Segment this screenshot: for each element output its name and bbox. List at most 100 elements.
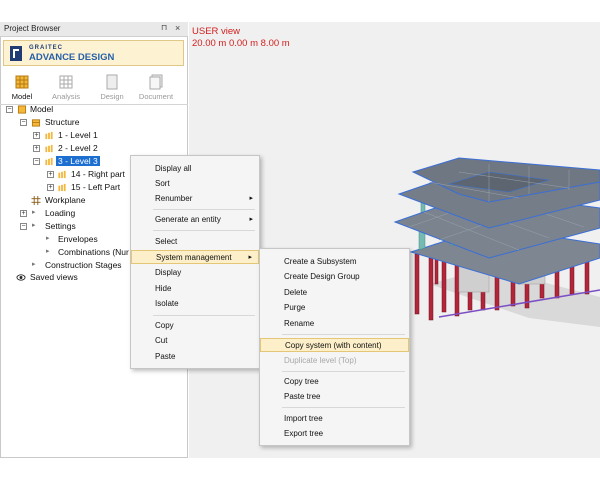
- tree-item-workplane[interactable]: Workplane: [45, 195, 85, 205]
- logo-product: ADVANCE DESIGN: [29, 52, 115, 63]
- collapse-toggle[interactable]: −: [20, 119, 27, 126]
- menu-item-create-design-group[interactable]: Create Design Group: [260, 270, 409, 284]
- menu-item-label: Sort: [155, 179, 170, 188]
- menu-item-copy-system[interactable]: Copy system (with content): [260, 338, 409, 352]
- menu-separator: [282, 334, 405, 335]
- menu-item-label: Paste: [155, 352, 176, 361]
- graitec-logo-mark: [10, 46, 22, 61]
- collapse-toggle[interactable]: −: [6, 106, 13, 113]
- tree-item-construction-stages[interactable]: Construction Stages: [45, 260, 122, 270]
- menu-separator: [282, 407, 405, 408]
- menu-item-label: Select: [155, 237, 178, 246]
- menu-item-label: Hide: [155, 284, 172, 293]
- design-icon: [106, 74, 118, 90]
- model-icon: [17, 105, 27, 114]
- menu-item-label: Isolate: [155, 299, 179, 308]
- menu-item-renumber[interactable]: Renumber ▸: [131, 192, 259, 206]
- menu-item-label: Cut: [155, 336, 168, 345]
- menu-item-cut[interactable]: Cut: [131, 334, 259, 348]
- panel-title-bar[interactable]: Project Browser ⊓ ×: [0, 22, 188, 37]
- loading-icon: ▸: [32, 209, 36, 216]
- tree-item-left-part[interactable]: 15 - Left Part: [71, 182, 120, 192]
- view-name: USER view: [192, 26, 241, 37]
- mode-document-label: Document: [138, 92, 174, 101]
- menu-item-hide[interactable]: Hide: [131, 282, 259, 296]
- level-icon: [45, 144, 53, 153]
- menu-item-label: Create Design Group: [284, 272, 360, 281]
- analysis-icon: [59, 75, 73, 89]
- menu-item-display[interactable]: Display: [131, 266, 259, 280]
- tree-item-level-1[interactable]: 1 - Level 1: [58, 130, 98, 140]
- mode-design-button[interactable]: Design: [94, 72, 130, 104]
- menu-item-label: Renumber: [155, 194, 193, 203]
- mode-document-button[interactable]: Document: [138, 72, 174, 104]
- mode-model-button[interactable]: Model: [4, 72, 40, 104]
- divider: [0, 104, 188, 105]
- menu-item-purge[interactable]: Purge: [260, 301, 409, 315]
- menu-item-label: Create a Subsystem: [284, 257, 357, 266]
- tree-item-loading[interactable]: Loading: [45, 208, 75, 218]
- menu-item-label: Paste tree: [284, 392, 321, 401]
- mode-analysis-button[interactable]: Analysis: [48, 72, 84, 104]
- menu-item-label: Display: [155, 268, 182, 277]
- pin-icon[interactable]: ⊓: [161, 23, 167, 32]
- menu-item-label: Duplicate level (Top): [284, 356, 357, 365]
- menu-item-label: System management: [156, 253, 232, 262]
- expand-toggle[interactable]: +: [47, 184, 54, 191]
- workplane-icon: [31, 196, 41, 205]
- expand-toggle[interactable]: +: [20, 210, 27, 217]
- mode-design-label: Design: [100, 92, 124, 101]
- logo-company: GRAITEC: [29, 45, 63, 51]
- menu-separator: [153, 209, 255, 210]
- panel-title: Project Browser: [4, 24, 61, 33]
- view-coordinates: 20.00 m 0.00 m 8.00 m: [192, 38, 290, 49]
- context-menu: Display all Sort Renumber ▸ Generate an e…: [130, 155, 260, 369]
- tree-item-structure[interactable]: Structure: [45, 117, 80, 127]
- menu-item-paste[interactable]: Paste: [131, 350, 259, 364]
- level-icon: [58, 183, 66, 192]
- menu-item-export-tree[interactable]: Export tree: [260, 427, 409, 441]
- tree-item-level-2[interactable]: 2 - Level 2: [58, 143, 98, 153]
- level-icon: [45, 157, 53, 166]
- menu-item-generate-entity[interactable]: Generate an entity ▸: [131, 213, 259, 227]
- collapse-toggle[interactable]: −: [20, 223, 27, 230]
- menu-item-paste-tree[interactable]: Paste tree: [260, 390, 409, 404]
- collapse-toggle[interactable]: −: [33, 158, 40, 165]
- menu-separator: [153, 230, 255, 231]
- expand-toggle[interactable]: +: [33, 132, 40, 139]
- menu-item-label: Export tree: [284, 429, 324, 438]
- menu-item-copy-tree[interactable]: Copy tree: [260, 375, 409, 389]
- tree-item-envelopes[interactable]: Envelopes: [58, 234, 98, 244]
- menu-item-delete[interactable]: Delete: [260, 286, 409, 300]
- menu-item-display-all[interactable]: Display all: [131, 162, 259, 176]
- envelopes-icon: ▸: [46, 235, 50, 242]
- eye-icon: [16, 274, 26, 281]
- menu-item-select[interactable]: Select: [131, 235, 259, 249]
- close-icon[interactable]: ×: [175, 23, 180, 33]
- tree-item-level-3[interactable]: 3 - Level 3: [56, 156, 100, 166]
- tree-item-combinations[interactable]: Combinations (Nur: [58, 247, 129, 257]
- construction-stages-icon: ▸: [32, 261, 36, 268]
- menu-item-duplicate-level: Duplicate level (Top): [260, 354, 409, 368]
- menu-item-sort[interactable]: Sort: [131, 177, 259, 191]
- tree-item-saved-views[interactable]: Saved views: [30, 272, 78, 282]
- menu-item-copy[interactable]: Copy: [131, 319, 259, 333]
- tree-item-right-part[interactable]: 14 - Right part: [71, 169, 125, 179]
- menu-item-create-subsystem[interactable]: Create a Subsystem: [260, 255, 409, 269]
- submenu-arrow-icon: ▸: [249, 195, 253, 202]
- menu-item-system-management[interactable]: System management ▸: [131, 250, 259, 264]
- menu-item-label: Generate an entity: [155, 215, 221, 224]
- menu-item-import-tree[interactable]: Import tree: [260, 412, 409, 426]
- expand-toggle[interactable]: +: [47, 171, 54, 178]
- tree-item-model[interactable]: Model: [30, 104, 53, 114]
- expand-toggle[interactable]: +: [33, 145, 40, 152]
- tree-item-settings[interactable]: Settings: [45, 221, 76, 231]
- menu-item-label: Import tree: [284, 414, 323, 423]
- menu-item-label: Copy system (with content): [285, 341, 382, 350]
- document-icon: [149, 74, 163, 90]
- menu-item-rename[interactable]: Rename: [260, 317, 409, 331]
- submenu-arrow-icon: ▸: [249, 216, 253, 223]
- menu-item-label: Purge: [284, 303, 306, 312]
- menu-separator: [153, 315, 255, 316]
- menu-item-isolate[interactable]: Isolate: [131, 297, 259, 311]
